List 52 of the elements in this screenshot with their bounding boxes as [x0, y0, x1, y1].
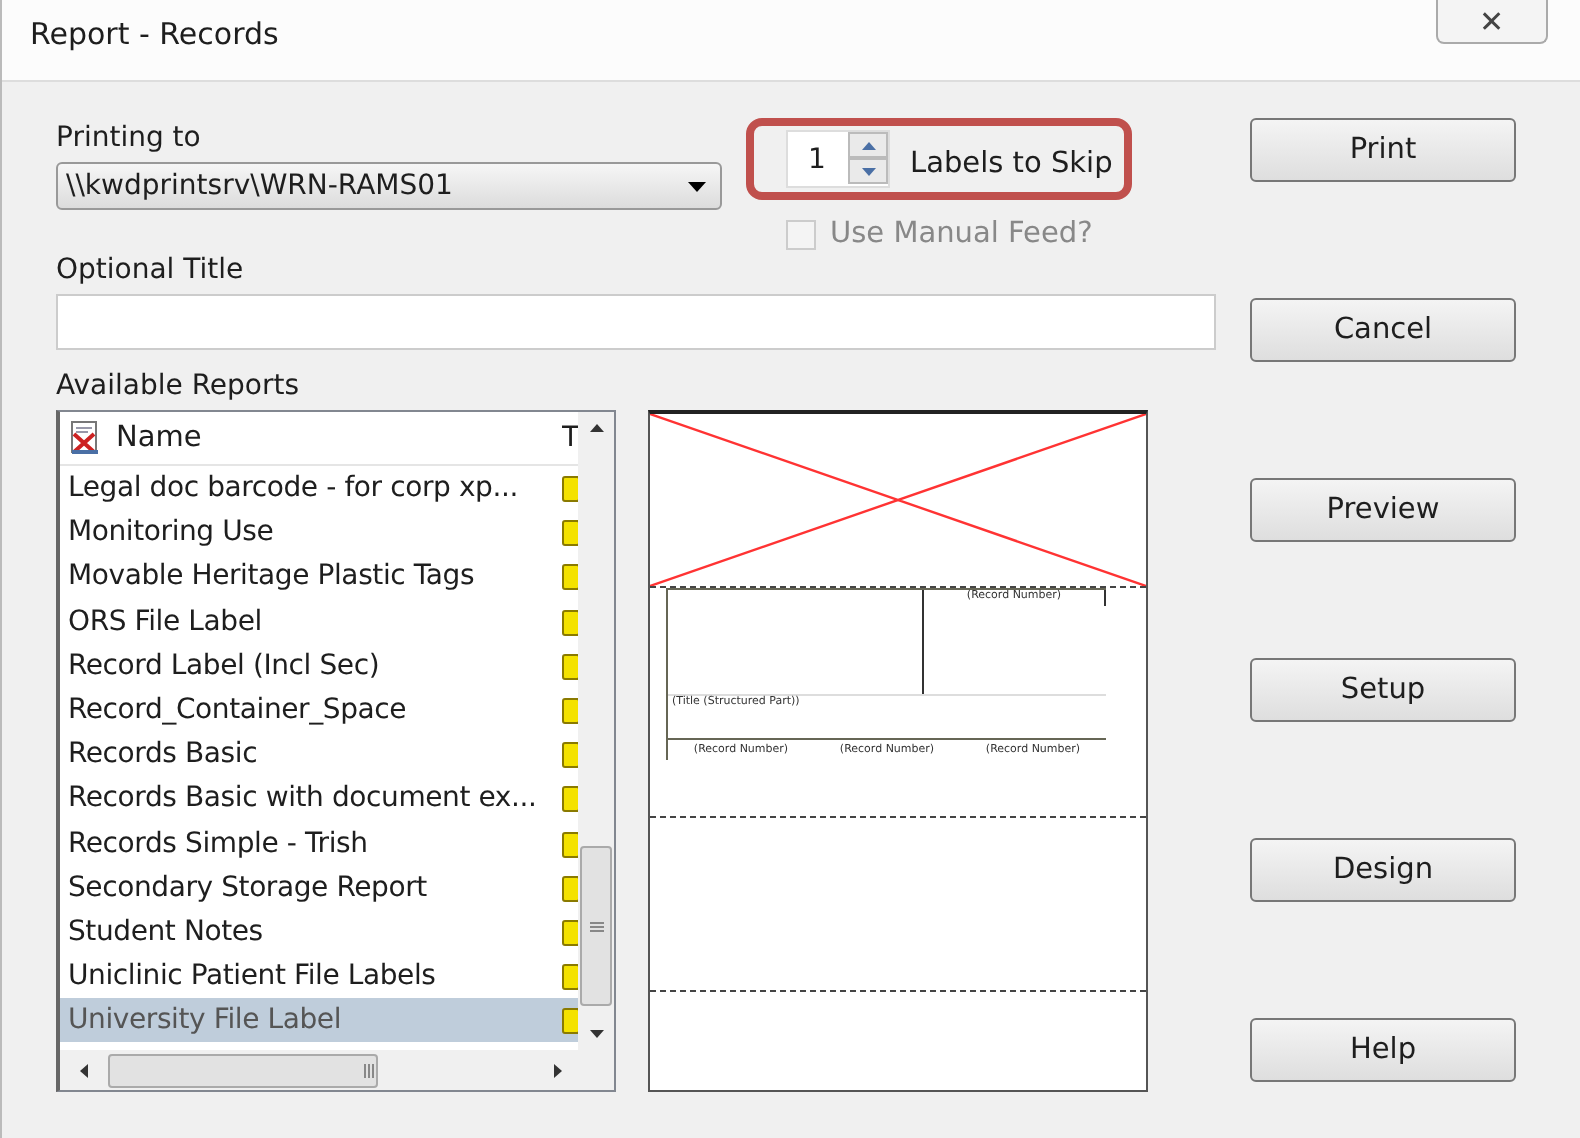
folder-icon: [562, 962, 578, 991]
report-item[interactable]: Monitoring Use: [60, 510, 578, 555]
scroll-right-icon[interactable]: [554, 1063, 562, 1077]
report-item[interactable]: Secondary Storage Report: [60, 865, 578, 910]
folder-icon: [562, 1006, 578, 1035]
window-title: Report - Records: [30, 16, 279, 52]
report-item[interactable]: Uniclinic Patient File Labels: [60, 954, 578, 999]
report-item[interactable]: Movable Heritage Plastic Tags: [60, 554, 578, 600]
report-item[interactable]: University File Label: [60, 998, 578, 1043]
folder-icon: [562, 873, 578, 902]
dialog-button[interactable]: Design: [1250, 838, 1516, 902]
labels-to-skip-label: Labels to Skip: [910, 147, 1113, 179]
grip-icon: [589, 921, 603, 931]
report-item[interactable]: Records Simple - Trish: [60, 821, 578, 866]
folder-icon: [562, 651, 578, 680]
scroll-left-icon[interactable]: [80, 1063, 88, 1077]
report-item[interactable]: Record_Container_Space: [60, 687, 578, 733]
dialog-button[interactable]: Preview: [1250, 478, 1516, 542]
dialog-button[interactable]: Cancel: [1250, 298, 1516, 362]
scroll-up-icon[interactable]: [589, 424, 603, 432]
dialog-button[interactable]: Print: [1250, 118, 1516, 182]
folder-icon: [562, 562, 578, 591]
folder-icon: [562, 917, 578, 946]
printing-to-label: Printing to: [56, 122, 203, 154]
folder-icon: [562, 474, 578, 503]
horizontal-scrollbar[interactable]: [60, 1050, 614, 1090]
report-item[interactable]: Records Basic with document ex...: [60, 776, 578, 821]
folder-icon: [562, 607, 578, 636]
printer-dropdown[interactable]: \\kwdprintsrv\WRN-RAMS01: [56, 162, 722, 210]
optional-title-label: Optional Title: [56, 254, 246, 286]
grip-icon: [364, 1063, 376, 1077]
report-item[interactable]: Record Label (Incl Sec): [60, 643, 578, 688]
folder-icon: [562, 829, 578, 858]
folder-icon: [562, 518, 578, 547]
folder-icon: [562, 784, 578, 813]
dialog-button[interactable]: Help: [1250, 1018, 1516, 1082]
vertical-scrollbar[interactable]: [578, 412, 614, 1050]
optional-title-field[interactable]: [56, 294, 1216, 350]
manual-feed-label: Use Manual Feed?: [830, 218, 1093, 250]
report-item[interactable]: Legal doc barcode - for corp xp...: [60, 466, 578, 511]
caret-icon: [688, 181, 706, 191]
report-item[interactable]: ORS File Label: [60, 599, 578, 644]
folder-icon: [562, 696, 578, 725]
close-button[interactable]: ✕: [1436, 0, 1548, 44]
column-header[interactable]: Name: [116, 422, 550, 454]
dialog-button[interactable]: Setup: [1250, 658, 1516, 722]
scroll-down-icon[interactable]: [589, 1030, 603, 1038]
folder-icon: [562, 740, 578, 769]
report-item[interactable]: Student Notes: [60, 909, 578, 955]
available-reports-label: Available Reports: [56, 370, 302, 402]
report-item[interactable]: Records Basic: [60, 732, 578, 777]
report-icon: [68, 420, 104, 456]
